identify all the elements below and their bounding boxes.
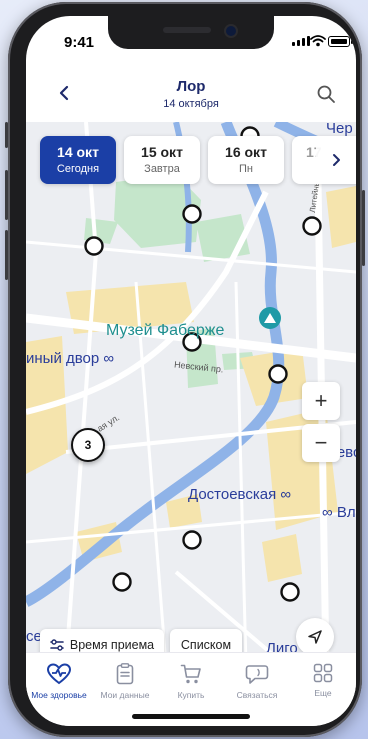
date-chip[interactable]: 14 окт Сегодня <box>40 136 116 184</box>
page-subtitle: 14 октября <box>163 98 219 110</box>
page-title: Лор <box>176 78 206 95</box>
zoom-in-button[interactable]: + <box>302 382 340 420</box>
filter-sliders-icon <box>50 639 64 651</box>
volume-up-button <box>5 170 8 220</box>
map-view[interactable]: Музей Фаберже иный двор ∞ Невский пр. До… <box>26 122 356 666</box>
date-selector: 14 окт Сегодня 15 окт Завтра 16 окт Пн 1… <box>40 136 356 184</box>
battery-icon <box>328 36 353 47</box>
tab-contact[interactable]: Связаться <box>224 663 290 700</box>
my-location-button[interactable] <box>296 618 334 656</box>
volume-down-button <box>5 230 8 280</box>
map-label-gostiny-dvor: иный двор ∞ <box>26 350 115 367</box>
dates-next-button[interactable] <box>316 136 356 184</box>
heart-pulse-icon <box>47 663 71 685</box>
chat-icon <box>245 665 269 684</box>
time-filter-label: Время приема <box>69 638 155 652</box>
list-view-label: Списком <box>180 638 232 652</box>
tab-my-health[interactable]: Мое здоровье <box>26 663 92 700</box>
zoom-in-icon: + <box>314 388 328 413</box>
tab-label: Мои данные <box>100 690 150 700</box>
tab-label: Еще <box>314 688 332 698</box>
date-chip[interactable]: 15 окт Завтра <box>124 136 200 184</box>
zoom-out-icon: − <box>314 430 328 455</box>
date-day: 16 окт <box>225 144 267 160</box>
date-chip[interactable]: 16 окт Пн <box>208 136 284 184</box>
header: Лор 14 октября <box>26 64 356 122</box>
date-weekday: Завтра <box>144 163 180 175</box>
phone-frame: 9:41 Лор 14 октября Музей Фаберже иный д… <box>5 2 365 737</box>
cluster-count: 3 <box>84 438 92 452</box>
wifi-icon <box>310 35 326 47</box>
navigation-arrow-icon <box>308 630 322 644</box>
map-label-museum: Музей Фаберже <box>106 322 225 339</box>
map-label-dostoevskaya: Достоевская ∞ <box>188 486 292 503</box>
document-icon <box>116 663 134 685</box>
cellular-signal-icon <box>292 36 310 46</box>
date-day: 15 окт <box>141 144 183 160</box>
date-weekday: Сегодня <box>56 163 100 175</box>
map-label-vl: ∞ Вл <box>322 504 356 521</box>
status-time: 9:41 <box>64 34 95 51</box>
tab-more[interactable]: Еще <box>290 663 356 698</box>
tab-label: Связаться <box>236 690 278 700</box>
tab-label: Мое здоровье <box>31 690 87 700</box>
mute-switch <box>5 122 8 148</box>
cart-icon <box>180 664 201 684</box>
background: 9:41 Лор 14 октября Музей Фаберже иный д… <box>0 0 368 739</box>
notch <box>108 16 274 49</box>
grid-icon <box>313 663 333 683</box>
chevron-right-icon <box>333 154 340 166</box>
power-button <box>362 190 365 266</box>
tab-buy[interactable]: Купить <box>158 663 224 700</box>
date-day: 14 окт <box>57 144 99 160</box>
search-icon[interactable] <box>316 84 336 104</box>
home-indicator[interactable] <box>132 714 250 719</box>
date-weekday: Пн <box>239 163 253 175</box>
map-label-cher: Чер <box>326 122 353 137</box>
map-cluster-marker[interactable]: 3 <box>71 428 105 462</box>
zoom-out-button[interactable]: − <box>302 424 340 462</box>
screen: 9:41 Лор 14 октября Музей Фаберже иный д… <box>26 16 356 726</box>
tab-label: Купить <box>177 690 205 700</box>
tab-my-data[interactable]: Мои данные <box>92 663 158 700</box>
